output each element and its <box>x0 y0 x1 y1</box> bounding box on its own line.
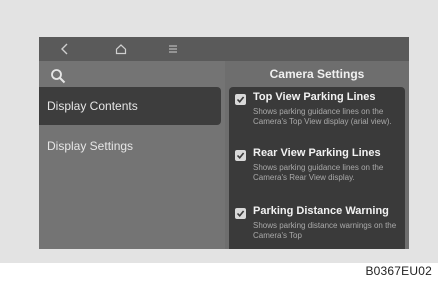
menu-icon <box>169 45 177 53</box>
home-button[interactable] <box>109 39 133 59</box>
check-icon <box>236 152 245 160</box>
check-icon <box>236 96 245 104</box>
option-parking-distance-warning[interactable]: Parking Distance Warning Shows parking d… <box>229 205 405 249</box>
option-title: Top View Parking Lines <box>253 91 376 103</box>
top-bar <box>39 37 409 61</box>
checkbox-parking-distance-warning[interactable] <box>235 208 246 219</box>
option-top-view-parking-lines[interactable]: Top View Parking Lines Shows parking gui… <box>229 91 405 147</box>
manual-figure-frame: Display Contents Display Settings Camera… <box>0 0 438 263</box>
checkbox-rear-view-parking-lines[interactable] <box>235 150 246 161</box>
checkbox-top-view-parking-lines[interactable] <box>235 94 246 105</box>
page-title: Camera Settings <box>269 67 365 81</box>
options-panel: Top View Parking Lines Shows parking gui… <box>229 87 405 249</box>
option-description: Shows parking distance warnings on the C… <box>253 221 397 240</box>
menu-button[interactable] <box>161 39 185 59</box>
display-screen: Display Contents Display Settings Camera… <box>39 37 409 249</box>
option-description: Shows parking guidance lines on the Came… <box>253 163 384 182</box>
option-title: Rear View Parking Lines <box>253 147 381 159</box>
back-button[interactable] <box>53 39 77 59</box>
search-icon <box>51 69 66 84</box>
check-icon <box>236 210 245 218</box>
sidebar-item-display-settings[interactable]: Display Settings <box>39 127 223 165</box>
sidebar-item-label: Display Settings <box>47 139 134 153</box>
figure-code: B0367EU02 <box>365 264 432 278</box>
home-icon <box>115 44 127 55</box>
sidebar-item-label: Display Contents <box>47 99 138 113</box>
option-rear-view-parking-lines[interactable]: Rear View Parking Lines Shows parking gu… <box>229 147 405 205</box>
back-icon <box>61 43 68 55</box>
option-title: Parking Distance Warning <box>253 205 389 217</box>
option-description: Shows parking guidance lines on the Came… <box>253 107 392 126</box>
sidebar-item-display-contents[interactable]: Display Contents <box>39 87 221 125</box>
search-button[interactable] <box>49 67 67 85</box>
